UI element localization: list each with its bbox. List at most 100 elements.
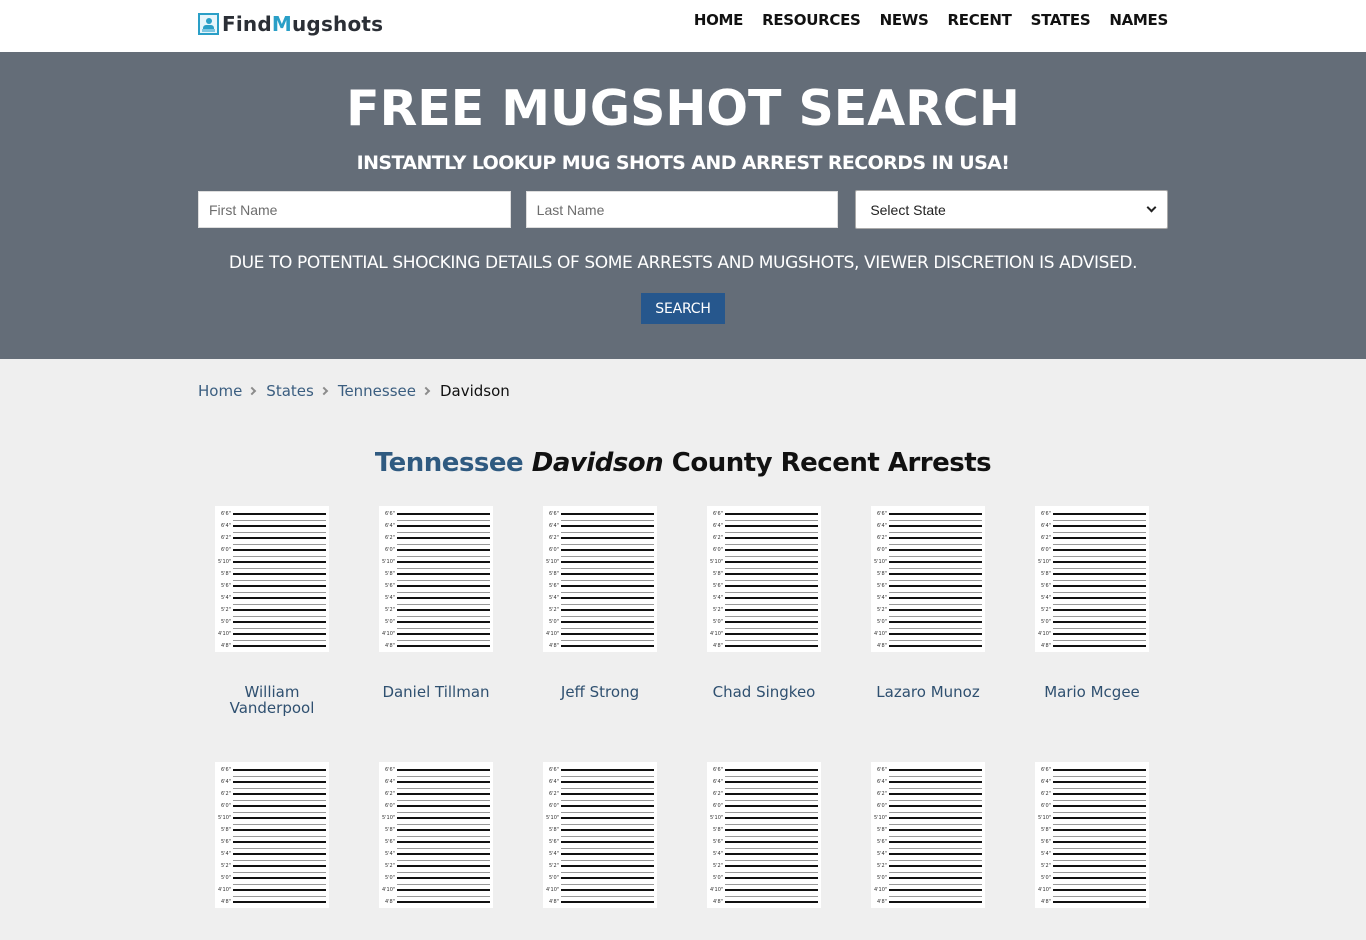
- nav-recent[interactable]: RECENT: [948, 11, 1012, 29]
- height-line: [233, 781, 326, 783]
- breadcrumb-states[interactable]: States: [266, 382, 314, 400]
- arrest-card[interactable]: 6'6" 6'4" 6'2" 6'0" 5'10" 5'8" 5'6" 5'4" 5'2" 5'0…: [682, 506, 846, 716]
- height-label: 5'2": [876, 863, 887, 869]
- nav-names[interactable]: NAMES: [1109, 11, 1168, 29]
- height-line: [725, 805, 818, 807]
- height-label: 5'10": [546, 815, 560, 821]
- height-label: 5'8": [1040, 827, 1051, 833]
- height-label: 5'10": [546, 559, 560, 565]
- hero-subtitle: INSTANTLY LOOKUP MUG SHOTS AND ARREST RE…: [356, 152, 1010, 174]
- height-line: [1053, 865, 1146, 867]
- height-label: 4'10": [1038, 887, 1052, 893]
- height-line: [1053, 621, 1146, 623]
- height-label: 5'2": [384, 607, 395, 613]
- height-label: 5'4": [1040, 595, 1051, 601]
- height-line: [561, 645, 654, 647]
- height-line: [1053, 769, 1146, 771]
- breadcrumb-tennessee[interactable]: Tennessee: [338, 382, 416, 400]
- last-name-input[interactable]: [525, 191, 839, 228]
- arrest-card[interactable]: 6'6" 6'4" 6'2" 6'0" 5'10" 5'8" 5'6" 5'4" 5'2" 5'0…: [682, 762, 846, 940]
- search-hero: FREE MUGSHOT SEARCH INSTANTLY LOOKUP MUG…: [0, 52, 1366, 359]
- discretion-warning: DUE TO POTENTIAL SHOCKING DETAILS OF SOM…: [228, 253, 1138, 273]
- height-line: [1053, 561, 1146, 563]
- arrest-name-link[interactable]: William Vanderpool: [212, 684, 332, 716]
- height-label: 6'4": [384, 523, 395, 529]
- mugshot-placeholder-image[interactable]: 6'6" 6'4" 6'2" 6'0" 5'10" 5'8" 5'6" 5'4" 5'2" 5'0…: [379, 506, 493, 652]
- height-label: 5'4": [876, 595, 887, 601]
- mugshot-placeholder-image[interactable]: 6'6" 6'4" 6'2" 6'0" 5'10" 5'8" 5'6" 5'4" 5'2" 5'0…: [871, 506, 985, 652]
- arrest-name-link[interactable]: Mario Mcgee: [1032, 684, 1152, 700]
- height-line: [889, 841, 982, 843]
- height-label: 6'0": [548, 547, 559, 553]
- height-label: 5'8": [384, 571, 395, 577]
- logo-link[interactable]: FindMugshots: [198, 12, 383, 36]
- nav-news[interactable]: NEWS: [880, 11, 929, 29]
- arrests-grid: 6'6" 6'4" 6'2" 6'0" 5'10" 5'8" 5'6" 5'4" 5'2" 5'0…: [190, 506, 1176, 940]
- arrest-card[interactable]: 6'6" 6'4" 6'2" 6'0" 5'10" 5'8" 5'6" 5'4" 5'2" 5'0…: [354, 506, 518, 716]
- height-line: [233, 829, 326, 831]
- height-line: [889, 793, 982, 795]
- height-line: [1053, 817, 1146, 819]
- state-select[interactable]: Select State: [855, 190, 1168, 229]
- height-label: 6'0": [384, 803, 395, 809]
- height-line: [397, 573, 490, 575]
- height-label: 6'2": [1040, 791, 1051, 797]
- mugshot-placeholder-image[interactable]: 6'6" 6'4" 6'2" 6'0" 5'10" 5'8" 5'6" 5'4" 5'2" 5'0…: [871, 762, 985, 908]
- arrest-card[interactable]: 6'6" 6'4" 6'2" 6'0" 5'10" 5'8" 5'6" 5'4" 5'2" 5'0…: [190, 506, 354, 716]
- height-line: [233, 633, 326, 635]
- height-line: [561, 805, 654, 807]
- arrest-name-link[interactable]: Jeff Strong: [540, 684, 660, 700]
- nav-resources[interactable]: RESOURCES: [762, 11, 861, 29]
- height-line: [397, 817, 490, 819]
- height-line: [725, 781, 818, 783]
- mugshot-placeholder-image[interactable]: 6'6" 6'4" 6'2" 6'0" 5'10" 5'8" 5'6" 5'4" 5'2" 5'0…: [543, 762, 657, 908]
- height-label: 4'8": [384, 643, 395, 649]
- mugshot-placeholder-image[interactable]: 6'6" 6'4" 6'2" 6'0" 5'10" 5'8" 5'6" 5'4" 5'2" 5'0…: [379, 762, 493, 908]
- height-line: [397, 549, 490, 551]
- height-line: [1053, 573, 1146, 575]
- height-label: 5'10": [710, 815, 724, 821]
- arrest-card[interactable]: 6'6" 6'4" 6'2" 6'0" 5'10" 5'8" 5'6" 5'4" 5'2" 5'0…: [846, 762, 1010, 940]
- arrest-card[interactable]: 6'6" 6'4" 6'2" 6'0" 5'10" 5'8" 5'6" 5'4" 5'2" 5'0…: [518, 506, 682, 716]
- search-button[interactable]: SEARCH: [641, 293, 725, 324]
- height-line: [725, 573, 818, 575]
- site-header: FindMugshots HOME RESOURCES NEWS RECENT …: [0, 0, 1366, 52]
- arrest-card[interactable]: 6'6" 6'4" 6'2" 6'0" 5'10" 5'8" 5'6" 5'4" 5'2" 5'0…: [846, 506, 1010, 716]
- height-line: [561, 781, 654, 783]
- arrest-card[interactable]: 6'6" 6'4" 6'2" 6'0" 5'10" 5'8" 5'6" 5'4" 5'2" 5'0…: [518, 762, 682, 940]
- chevron-right-icon: [248, 386, 257, 396]
- height-label: 5'10": [710, 559, 724, 565]
- arrest-name-link[interactable]: Daniel Tillman: [376, 684, 496, 700]
- mugshot-placeholder-image[interactable]: 6'6" 6'4" 6'2" 6'0" 5'10" 5'8" 5'6" 5'4" 5'2" 5'0…: [215, 506, 329, 652]
- arrest-card[interactable]: 6'6" 6'4" 6'2" 6'0" 5'10" 5'8" 5'6" 5'4" 5'2" 5'0…: [1010, 762, 1174, 940]
- height-line: [561, 537, 654, 539]
- arrest-card[interactable]: 6'6" 6'4" 6'2" 6'0" 5'10" 5'8" 5'6" 5'4" 5'2" 5'0…: [354, 762, 518, 940]
- height-line: [561, 829, 654, 831]
- height-line: [1053, 805, 1146, 807]
- height-line: [725, 841, 818, 843]
- height-line: [889, 585, 982, 587]
- height-label: 4'8": [1040, 643, 1051, 649]
- breadcrumb-home[interactable]: Home: [198, 382, 242, 400]
- height-line: [397, 609, 490, 611]
- mugshot-placeholder-image[interactable]: 6'6" 6'4" 6'2" 6'0" 5'10" 5'8" 5'6" 5'4" 5'2" 5'0…: [1035, 762, 1149, 908]
- arrest-card[interactable]: 6'6" 6'4" 6'2" 6'0" 5'10" 5'8" 5'6" 5'4" 5'2" 5'0…: [190, 762, 354, 940]
- arrest-name-link[interactable]: Lazaro Munoz: [868, 684, 988, 700]
- arrest-card[interactable]: 6'6" 6'4" 6'2" 6'0" 5'10" 5'8" 5'6" 5'4" 5'2" 5'0…: [1010, 506, 1174, 716]
- mugshot-placeholder-image[interactable]: 6'6" 6'4" 6'2" 6'0" 5'10" 5'8" 5'6" 5'4" 5'2" 5'0…: [1035, 506, 1149, 652]
- first-name-input[interactable]: [198, 191, 511, 228]
- height-line: [889, 865, 982, 867]
- mugshot-placeholder-image[interactable]: 6'6" 6'4" 6'2" 6'0" 5'10" 5'8" 5'6" 5'4" 5'2" 5'0…: [215, 762, 329, 908]
- mugshot-placeholder-image[interactable]: 6'6" 6'4" 6'2" 6'0" 5'10" 5'8" 5'6" 5'4" 5'2" 5'0…: [543, 506, 657, 652]
- height-label: 5'0": [876, 619, 887, 625]
- nav-home[interactable]: HOME: [694, 11, 744, 29]
- height-label: 6'0": [220, 547, 231, 553]
- height-line: [1053, 645, 1146, 647]
- height-line: [1053, 793, 1146, 795]
- nav-states[interactable]: STATES: [1031, 11, 1091, 29]
- arrest-name-link[interactable]: Chad Singkeo: [704, 684, 824, 700]
- height-label: 5'6": [876, 839, 887, 845]
- height-line: [725, 513, 818, 515]
- mugshot-placeholder-image[interactable]: 6'6" 6'4" 6'2" 6'0" 5'10" 5'8" 5'6" 5'4" 5'2" 5'0…: [707, 762, 821, 908]
- mugshot-placeholder-image[interactable]: 6'6" 6'4" 6'2" 6'0" 5'10" 5'8" 5'6" 5'4" 5'2" 5'0…: [707, 506, 821, 652]
